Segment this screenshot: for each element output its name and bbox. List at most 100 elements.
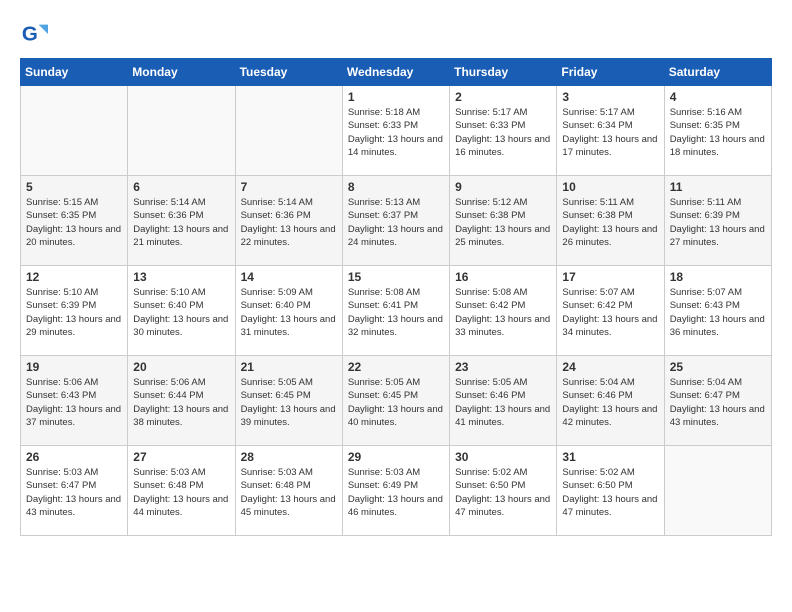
calendar-cell: 26 Sunrise: 5:03 AM Sunset: 6:47 PM Dayli…	[21, 446, 128, 536]
calendar-cell: 25 Sunrise: 5:04 AM Sunset: 6:47 PM Dayli…	[664, 356, 771, 446]
calendar-cell: 20Sunrise: 5:06 AM Sunset: 6:44 PM Dayli…	[128, 356, 235, 446]
day-info: Sunrise: 5:13 AM Sunset: 6:37 PM Dayligh…	[348, 196, 444, 249]
day-number: 21	[241, 360, 337, 374]
week-row-1: 1 Sunrise: 5:18 AM Sunset: 6:33 PM Daylig…	[21, 86, 772, 176]
calendar-cell: 18 Sunrise: 5:07 AM Sunset: 6:43 PM Dayli…	[664, 266, 771, 356]
weekday-header-saturday: Saturday	[664, 59, 771, 86]
calendar-cell: 22Sunrise: 5:05 AM Sunset: 6:45 PM Dayli…	[342, 356, 449, 446]
day-number: 22	[348, 360, 444, 374]
day-info: Sunrise: 5:04 AM Sunset: 6:46 PM Dayligh…	[562, 376, 658, 429]
day-info: Sunrise: 5:03 AM Sunset: 6:47 PM Dayligh…	[26, 466, 122, 519]
calendar-cell: 7 Sunrise: 5:14 AM Sunset: 6:36 PM Daylig…	[235, 176, 342, 266]
day-info: Sunrise: 5:02 AM Sunset: 6:50 PM Dayligh…	[455, 466, 551, 519]
calendar-cell: 19 Sunrise: 5:06 AM Sunset: 6:43 PM Dayli…	[21, 356, 128, 446]
day-number: 8	[348, 180, 444, 194]
calendar-cell: 8 Sunrise: 5:13 AM Sunset: 6:37 PM Daylig…	[342, 176, 449, 266]
day-info: Sunrise: 5:08 AM Sunset: 6:42 PM Dayligh…	[455, 286, 551, 339]
calendar-cell	[21, 86, 128, 176]
calendar-cell: 17Sunrise: 5:07 AM Sunset: 6:42 PM Dayli…	[557, 266, 664, 356]
day-info: Sunrise: 5:06 AM Sunset: 6:43 PM Dayligh…	[26, 376, 122, 429]
calendar-cell: 12 Sunrise: 5:10 AM Sunset: 6:39 PM Dayli…	[21, 266, 128, 356]
day-number: 23	[455, 360, 551, 374]
day-number: 27	[133, 450, 229, 464]
day-info: Sunrise: 5:14 AM Sunset: 6:36 PM Dayligh…	[133, 196, 229, 249]
weekday-header-wednesday: Wednesday	[342, 59, 449, 86]
day-info: Sunrise: 5:10 AM Sunset: 6:39 PM Dayligh…	[26, 286, 122, 339]
day-number: 29	[348, 450, 444, 464]
day-info: Sunrise: 5:14 AM Sunset: 6:36 PM Dayligh…	[241, 196, 337, 249]
calendar-cell: 9 Sunrise: 5:12 AM Sunset: 6:38 PM Daylig…	[450, 176, 557, 266]
day-info: Sunrise: 5:07 AM Sunset: 6:43 PM Dayligh…	[670, 286, 766, 339]
calendar-cell: 21 Sunrise: 5:05 AM Sunset: 6:45 PM Dayli…	[235, 356, 342, 446]
day-number: 7	[241, 180, 337, 194]
day-number: 31	[562, 450, 658, 464]
calendar-cell: 13 Sunrise: 5:10 AM Sunset: 6:40 PM Dayli…	[128, 266, 235, 356]
day-number: 9	[455, 180, 551, 194]
week-row-5: 26 Sunrise: 5:03 AM Sunset: 6:47 PM Dayli…	[21, 446, 772, 536]
day-number: 4	[670, 90, 766, 104]
calendar-cell: 14Sunrise: 5:09 AM Sunset: 6:40 PM Dayli…	[235, 266, 342, 356]
calendar-cell	[235, 86, 342, 176]
day-info: Sunrise: 5:17 AM Sunset: 6:34 PM Dayligh…	[562, 106, 658, 159]
calendar-cell: 16 Sunrise: 5:08 AM Sunset: 6:42 PM Dayli…	[450, 266, 557, 356]
day-info: Sunrise: 5:03 AM Sunset: 6:49 PM Dayligh…	[348, 466, 444, 519]
day-number: 1	[348, 90, 444, 104]
day-info: Sunrise: 5:08 AM Sunset: 6:41 PM Dayligh…	[348, 286, 444, 339]
calendar-cell: 2 Sunrise: 5:17 AM Sunset: 6:33 PM Daylig…	[450, 86, 557, 176]
calendar-cell: 31 Sunrise: 5:02 AM Sunset: 6:50 PM Dayli…	[557, 446, 664, 536]
day-number: 30	[455, 450, 551, 464]
week-row-2: 5Sunrise: 5:15 AM Sunset: 6:35 PM Daylig…	[21, 176, 772, 266]
day-info: Sunrise: 5:04 AM Sunset: 6:47 PM Dayligh…	[670, 376, 766, 429]
calendar-cell: 28 Sunrise: 5:03 AM Sunset: 6:48 PM Dayli…	[235, 446, 342, 536]
day-number: 3	[562, 90, 658, 104]
day-number: 15	[348, 270, 444, 284]
day-number: 2	[455, 90, 551, 104]
day-info: Sunrise: 5:02 AM Sunset: 6:50 PM Dayligh…	[562, 466, 658, 519]
day-info: Sunrise: 5:12 AM Sunset: 6:38 PM Dayligh…	[455, 196, 551, 249]
day-number: 20	[133, 360, 229, 374]
weekday-header-tuesday: Tuesday	[235, 59, 342, 86]
day-number: 12	[26, 270, 122, 284]
day-number: 16	[455, 270, 551, 284]
day-number: 25	[670, 360, 766, 374]
day-number: 6	[133, 180, 229, 194]
calendar-cell: 3 Sunrise: 5:17 AM Sunset: 6:34 PM Daylig…	[557, 86, 664, 176]
calendar-cell: 1 Sunrise: 5:18 AM Sunset: 6:33 PM Daylig…	[342, 86, 449, 176]
weekday-header-sunday: Sunday	[21, 59, 128, 86]
weekday-header-thursday: Thursday	[450, 59, 557, 86]
weekday-header-monday: Monday	[128, 59, 235, 86]
calendar-cell: 24 Sunrise: 5:04 AM Sunset: 6:46 PM Dayli…	[557, 356, 664, 446]
day-info: Sunrise: 5:10 AM Sunset: 6:40 PM Dayligh…	[133, 286, 229, 339]
page-header: G	[20, 20, 772, 48]
logo: G	[20, 20, 52, 48]
day-info: Sunrise: 5:05 AM Sunset: 6:46 PM Dayligh…	[455, 376, 551, 429]
calendar-cell: 6 Sunrise: 5:14 AM Sunset: 6:36 PM Daylig…	[128, 176, 235, 266]
day-number: 13	[133, 270, 229, 284]
day-info: Sunrise: 5:18 AM Sunset: 6:33 PM Dayligh…	[348, 106, 444, 159]
day-info: Sunrise: 5:11 AM Sunset: 6:38 PM Dayligh…	[562, 196, 658, 249]
day-info: Sunrise: 5:11 AM Sunset: 6:39 PM Dayligh…	[670, 196, 766, 249]
svg-text:G: G	[22, 23, 38, 46]
calendar-cell	[664, 446, 771, 536]
weekday-header-friday: Friday	[557, 59, 664, 86]
day-number: 24	[562, 360, 658, 374]
day-number: 11	[670, 180, 766, 194]
day-number: 19	[26, 360, 122, 374]
day-info: Sunrise: 5:07 AM Sunset: 6:42 PM Dayligh…	[562, 286, 658, 339]
calendar-cell: 29 Sunrise: 5:03 AM Sunset: 6:49 PM Dayli…	[342, 446, 449, 536]
calendar-cell: 11 Sunrise: 5:11 AM Sunset: 6:39 PM Dayli…	[664, 176, 771, 266]
day-number: 10	[562, 180, 658, 194]
calendar-cell: 10 Sunrise: 5:11 AM Sunset: 6:38 PM Dayli…	[557, 176, 664, 266]
day-info: Sunrise: 5:16 AM Sunset: 6:35 PM Dayligh…	[670, 106, 766, 159]
day-number: 26	[26, 450, 122, 464]
day-info: Sunrise: 5:05 AM Sunset: 6:45 PM Dayligh…	[241, 376, 337, 429]
day-info: Sunrise: 5:17 AM Sunset: 6:33 PM Dayligh…	[455, 106, 551, 159]
day-info: Sunrise: 5:15 AM Sunset: 6:35 PM Dayligh…	[26, 196, 122, 249]
calendar-table: SundayMondayTuesdayWednesdayThursdayFrid…	[20, 58, 772, 536]
day-info: Sunrise: 5:03 AM Sunset: 6:48 PM Dayligh…	[241, 466, 337, 519]
day-number: 18	[670, 270, 766, 284]
logo-icon: G	[20, 20, 48, 48]
calendar-cell	[128, 86, 235, 176]
calendar-cell: 27Sunrise: 5:03 AM Sunset: 6:48 PM Dayli…	[128, 446, 235, 536]
day-number: 28	[241, 450, 337, 464]
